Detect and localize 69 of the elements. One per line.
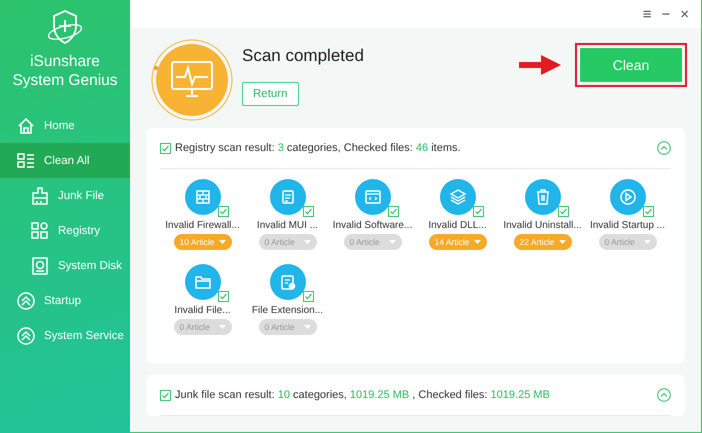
sidebar-item[interactable]: Startup bbox=[0, 283, 130, 318]
app-name: iSunshare System Genius bbox=[12, 52, 118, 90]
sidebar-item[interactable]: Registry bbox=[0, 213, 130, 248]
scan-status-title: Scan completed bbox=[242, 46, 364, 66]
sidebar-item[interactable]: Clean All bbox=[0, 143, 130, 178]
category-label: Invalid Firewall... bbox=[165, 220, 240, 231]
arrow-icon bbox=[519, 54, 561, 76]
article-count-dropdown[interactable]: 14 Article bbox=[428, 234, 486, 250]
caret-icon bbox=[218, 240, 226, 244]
checkbox[interactable] bbox=[160, 142, 171, 154]
category-label: Invalid Uninstall... bbox=[503, 220, 582, 231]
caret-icon bbox=[388, 240, 396, 244]
category-icon bbox=[354, 179, 390, 215]
sidebar-icon bbox=[30, 256, 50, 276]
caret-icon bbox=[304, 324, 310, 330]
category-icon bbox=[270, 179, 306, 215]
article-count-dropdown[interactable]: 0 Article bbox=[258, 234, 316, 250]
window-control[interactable]: × bbox=[680, 6, 689, 22]
article-count-dropdown[interactable]: 22 Article bbox=[514, 234, 572, 250]
sidebar-icon bbox=[16, 116, 36, 136]
checkbox[interactable] bbox=[302, 291, 314, 302]
category-label: Invalid File... bbox=[174, 305, 231, 316]
caret-icon bbox=[304, 240, 310, 244]
category-icon bbox=[440, 179, 476, 215]
window-control[interactable]: ≡ bbox=[642, 6, 652, 22]
checkbox[interactable] bbox=[388, 206, 398, 217]
category-icon bbox=[184, 179, 220, 215]
article-count-dropdown[interactable]: 0 Article bbox=[258, 319, 316, 335]
sidebar-icon bbox=[30, 220, 50, 240]
sidebar-icon bbox=[30, 186, 50, 206]
checkbox[interactable] bbox=[642, 206, 654, 217]
sidebar-item[interactable]: System Disk bbox=[0, 248, 130, 283]
sidebar-icon bbox=[16, 326, 36, 346]
checkbox[interactable] bbox=[218, 291, 228, 302]
checkbox[interactable] bbox=[160, 390, 171, 400]
return-button[interactable]: Return bbox=[242, 82, 299, 106]
category-label: Invalid DLL... bbox=[428, 220, 487, 231]
caret-icon bbox=[558, 240, 566, 244]
category-label: Invalid Startup ... bbox=[590, 220, 666, 231]
category-icon bbox=[610, 179, 646, 215]
scan-summary: Registry scan result: 3 categories, Checked files: 46 items. bbox=[175, 142, 461, 154]
category-label: File Extension... bbox=[252, 305, 324, 316]
window-control[interactable]: − bbox=[661, 6, 670, 22]
article-count-dropdown[interactable]: 0 Article bbox=[344, 234, 402, 250]
collapse-icon[interactable] bbox=[657, 141, 671, 155]
article-count-dropdown[interactable]: 0 Article bbox=[598, 234, 656, 250]
article-count-dropdown[interactable]: 10 Article bbox=[174, 234, 232, 250]
sidebar-icon bbox=[16, 150, 36, 170]
collapse-icon[interactable] bbox=[657, 388, 671, 402]
sidebar-icon bbox=[16, 290, 36, 310]
caret-icon bbox=[644, 240, 650, 244]
article-count-dropdown[interactable]: 0 Article bbox=[174, 319, 232, 335]
category-icon bbox=[184, 264, 220, 300]
checkbox[interactable] bbox=[218, 206, 228, 217]
sidebar-item[interactable]: Home bbox=[0, 108, 130, 143]
category-icon bbox=[270, 264, 306, 300]
sidebar-item[interactable]: Junk File bbox=[0, 178, 130, 213]
caret-icon bbox=[218, 324, 226, 330]
checkbox[interactable] bbox=[302, 206, 314, 217]
sidebar-item[interactable]: System Service bbox=[0, 318, 130, 353]
category-label: Invalid MUI ... bbox=[256, 220, 318, 231]
monitor-status-icon bbox=[150, 38, 234, 122]
caret-icon bbox=[474, 240, 480, 244]
clean-button[interactable]: Clean bbox=[579, 47, 683, 83]
checkbox[interactable] bbox=[558, 206, 568, 217]
checkbox[interactable] bbox=[472, 206, 484, 217]
scan-summary: Junk file scan result: 10 categories, 1019.25 MB , Checked files: 1019.25 MB bbox=[175, 389, 550, 401]
category-label: Invalid Software... bbox=[332, 220, 412, 231]
category-icon bbox=[524, 179, 560, 215]
